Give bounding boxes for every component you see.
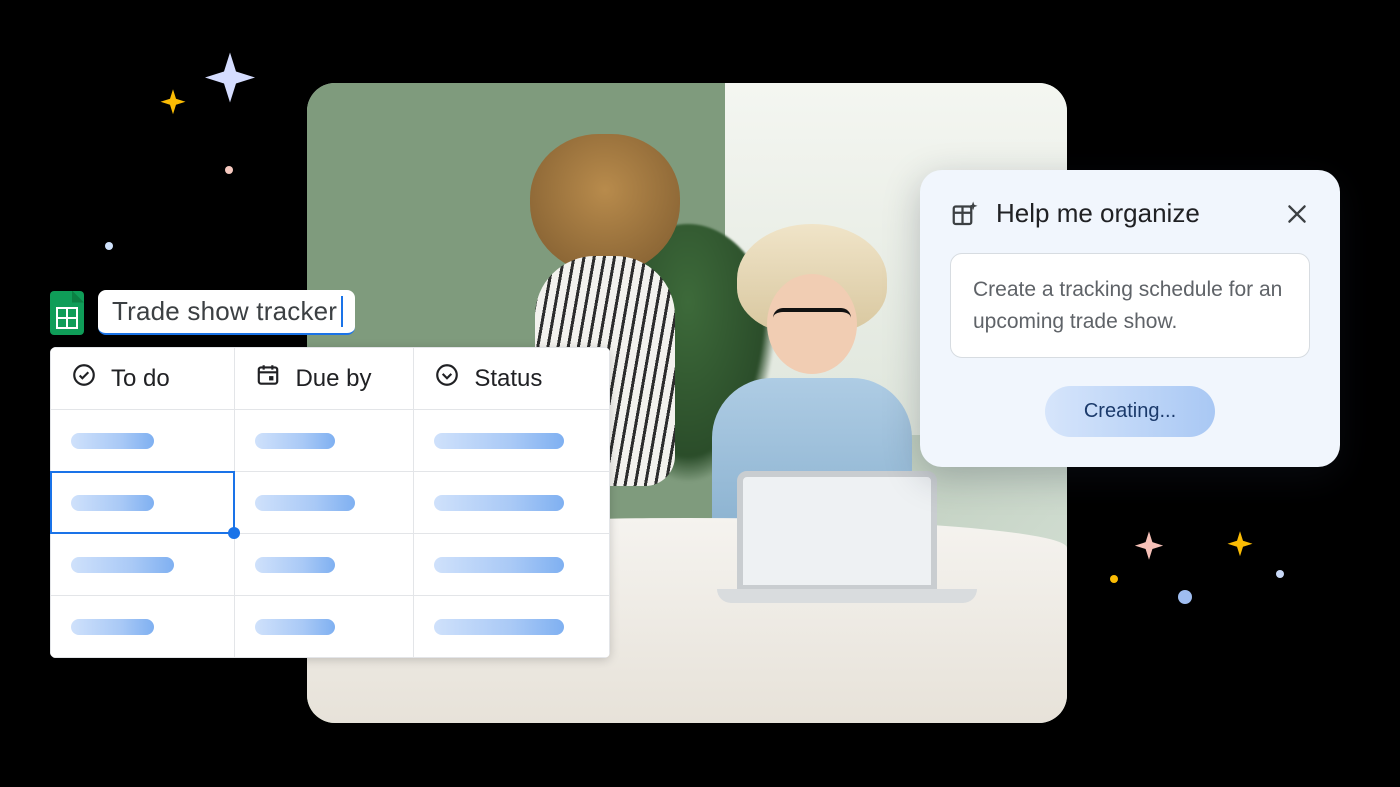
help-me-organize-panel: Help me organize Create a tracking sched…	[920, 170, 1340, 467]
sparkle-icon	[1132, 530, 1166, 564]
google-sheets-icon	[50, 291, 84, 335]
column-label: Status	[474, 365, 542, 393]
column-label: To do	[111, 365, 170, 393]
table-sparkle-icon	[950, 199, 980, 229]
chevron-circle-icon	[434, 362, 460, 395]
table-row[interactable]	[51, 596, 610, 658]
close-button[interactable]	[1284, 201, 1310, 227]
table-row[interactable]	[51, 534, 610, 596]
sparkle-icon	[200, 50, 260, 110]
prompt-input[interactable]: Create a tracking schedule for an upcomi…	[950, 253, 1310, 358]
spreadsheet-grid[interactable]: To do Due by	[50, 347, 610, 658]
column-header-todo[interactable]: To do	[51, 348, 235, 410]
dot-icon	[105, 242, 113, 250]
dot-icon	[1276, 570, 1284, 578]
creating-button[interactable]: Creating...	[1045, 386, 1215, 437]
table-row[interactable]	[51, 410, 610, 472]
laptop-illustration	[717, 471, 957, 621]
table-row[interactable]	[51, 472, 610, 534]
sparkle-icon	[1225, 530, 1255, 560]
spreadsheet-panel: Trade show tracker To do	[50, 290, 610, 658]
calendar-icon	[255, 362, 281, 395]
panel-title: Help me organize	[996, 198, 1268, 229]
dot-icon	[225, 166, 233, 174]
dot-icon	[1178, 590, 1192, 604]
selected-cell[interactable]	[51, 472, 235, 534]
column-label: Due by	[295, 365, 371, 393]
sparkle-icon	[158, 88, 188, 118]
dot-icon	[1110, 575, 1118, 583]
column-header-dueby[interactable]: Due by	[235, 348, 414, 410]
check-circle-icon	[71, 362, 97, 395]
column-header-status[interactable]: Status	[414, 348, 610, 410]
document-title-input[interactable]: Trade show tracker	[98, 290, 355, 335]
